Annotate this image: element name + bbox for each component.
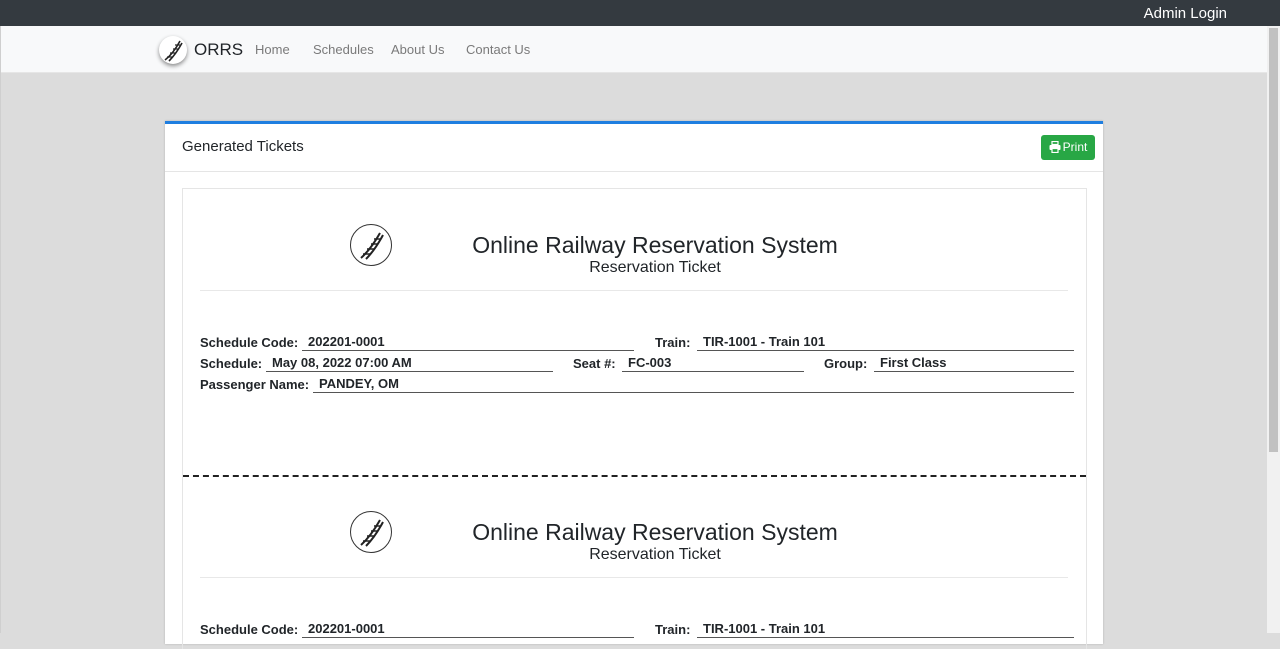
- brand-name[interactable]: ORRS: [194, 41, 243, 59]
- schedule-code-value: 202201-0001: [302, 621, 634, 638]
- ticket-system-name: Online Railway Reservation System: [472, 232, 838, 258]
- schedule-value: May 08, 2022 07:00 AM: [266, 355, 553, 372]
- seat-label: Seat #:: [573, 356, 616, 371]
- card-header: Generated Tickets Print: [165, 124, 1103, 172]
- passenger-name-value: PANDEY, OM: [313, 376, 1074, 393]
- vertical-scrollbar[interactable]: [1267, 26, 1280, 633]
- train-value: TIR-1001 - Train 101: [697, 334, 1074, 351]
- ticket-divider: [200, 577, 1068, 578]
- nav-home[interactable]: Home: [255, 43, 290, 57]
- seat-value: FC-003: [622, 355, 804, 372]
- print-label: Print: [1062, 140, 1088, 154]
- ticket-separator: [183, 475, 1086, 477]
- admin-login-link[interactable]: Admin Login: [1144, 5, 1227, 22]
- print-button[interactable]: Print: [1041, 135, 1095, 160]
- ticket-subtitle: Reservation Ticket: [589, 546, 721, 563]
- passenger-name-label: Passenger Name:: [200, 377, 310, 392]
- ticket-area: Online Railway Reservation System Reserv…: [182, 188, 1087, 649]
- schedule-code-value: 202201-0001: [302, 334, 634, 351]
- nav-about-us[interactable]: About Us: [391, 43, 444, 57]
- card-title: Generated Tickets: [182, 138, 304, 155]
- nav-contact-us[interactable]: Contact Us: [466, 43, 530, 57]
- schedule-code-label: Schedule Code:: [200, 335, 299, 350]
- ticket-divider: [200, 290, 1068, 291]
- scrollbar-thumb[interactable]: [1269, 28, 1278, 452]
- generated-tickets-card: Generated Tickets Print Online Railway R…: [165, 121, 1103, 649]
- nav-schedules[interactable]: Schedules: [313, 43, 374, 57]
- top-bar: Admin Login: [0, 0, 1280, 26]
- train-label: Train:: [655, 622, 691, 637]
- group-value: First Class: [874, 355, 1074, 372]
- ticket-subtitle: Reservation Ticket: [589, 259, 721, 276]
- schedule-label: Schedule:: [200, 356, 263, 371]
- ticket-system-name: Online Railway Reservation System: [472, 519, 838, 545]
- group-label: Group:: [824, 356, 868, 371]
- schedule-code-label: Schedule Code:: [200, 622, 299, 637]
- left-edge: [0, 26, 1, 633]
- navbar: ORRS Home Schedules About Us Contact Us: [1, 26, 1267, 73]
- train-label: Train:: [655, 335, 691, 350]
- railway-logo-icon[interactable]: [159, 36, 187, 64]
- train-value: TIR-1001 - Train 101: [697, 621, 1074, 638]
- print-icon: [1049, 140, 1061, 154]
